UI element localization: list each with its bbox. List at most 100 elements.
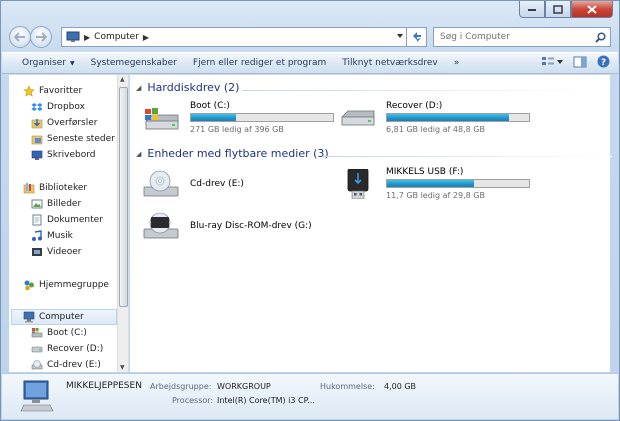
address-row: ▶ Computer ▶ bbox=[9, 25, 611, 49]
nav-downloads-label: Overførsler bbox=[47, 118, 98, 128]
star-icon bbox=[23, 85, 35, 97]
group-hdd-label: Harddiskdrev (2) bbox=[147, 81, 240, 94]
nav-recent[interactable]: Seneste steder bbox=[31, 131, 115, 147]
command-bar: Organiser ▼ Systemegenskaber Fjern eller… bbox=[2, 52, 618, 74]
memory-label: Hukommelse: bbox=[320, 382, 375, 391]
documents-icon bbox=[32, 214, 42, 226]
back-button[interactable] bbox=[9, 26, 31, 48]
preview-pane-icon[interactable] bbox=[573, 56, 587, 68]
refresh-button[interactable] bbox=[407, 27, 427, 47]
drive-f[interactable]: MIKKELS USB (F:) 11,7 GB ledig af 29,8 G… bbox=[338, 165, 538, 205]
drive-f-usage-fill bbox=[387, 180, 474, 187]
nav-recent-label: Seneste steder bbox=[47, 134, 115, 144]
navigation-pane: Favoritter Dropbox Overførsler Seneste s… bbox=[9, 75, 129, 372]
minimize-icon bbox=[528, 9, 536, 11]
nav-homegroup[interactable]: Hjemmegruppe bbox=[23, 277, 109, 293]
details-pane: MIKKELJEPPESEN Arbejdsgruppe: WORKGROUP … bbox=[2, 373, 618, 419]
hard-drive-icon bbox=[341, 110, 375, 126]
search-input[interactable] bbox=[440, 32, 600, 42]
nav-boot-drive[interactable]: Boot (C:) bbox=[31, 325, 87, 341]
windows-drive-icon bbox=[145, 108, 179, 130]
nav-favorites[interactable]: Favoritter bbox=[23, 83, 82, 99]
drive-e[interactable]: Cd-drev (E:) bbox=[142, 165, 342, 205]
nav-music[interactable]: Musik bbox=[31, 228, 73, 244]
cd-drive-icon bbox=[143, 170, 179, 197]
drive-c-name: Boot (C:) bbox=[190, 101, 230, 111]
forward-button[interactable] bbox=[30, 26, 52, 48]
nav-recover-label: Recover (D:) bbox=[47, 344, 104, 354]
hard-drive-icon bbox=[31, 346, 43, 353]
nav-videos-label: Videoer bbox=[47, 247, 82, 257]
arrow-left-icon bbox=[14, 32, 25, 42]
address-bar[interactable]: ▶ Computer ▶ bbox=[61, 27, 407, 47]
download-folder-icon bbox=[31, 119, 43, 129]
organize-button[interactable]: Organiser ▼ bbox=[2, 53, 83, 73]
windows-drive-icon bbox=[31, 328, 43, 338]
explorer-window: ▶ Computer ▶ Organiser ▼ Systemegenskabe… bbox=[0, 0, 620, 421]
nav-desktop[interactable]: Skrivebord bbox=[31, 147, 95, 163]
group-divider bbox=[322, 156, 612, 157]
group-divider bbox=[242, 90, 592, 91]
nav-computer[interactable]: Computer bbox=[11, 309, 117, 325]
double-chevron-icon: » bbox=[453, 58, 460, 68]
caption-buttons bbox=[519, 1, 613, 18]
maximize-icon bbox=[553, 4, 563, 14]
nav-documents[interactable]: Dokumenter bbox=[31, 212, 103, 228]
nav-scrollbar[interactable]: ▲ ▼ bbox=[117, 75, 128, 372]
nav-favorites-label: Favoritter bbox=[39, 86, 83, 96]
maximize-button[interactable] bbox=[545, 1, 571, 18]
libraries-icon bbox=[23, 183, 35, 194]
music-icon bbox=[32, 230, 42, 241]
close-button[interactable] bbox=[571, 1, 613, 18]
desktop-icon bbox=[31, 150, 43, 160]
workgroup-value: WORKGROUP bbox=[217, 382, 271, 391]
scrollbar-thumb[interactable] bbox=[119, 87, 128, 307]
uninstall-program-button[interactable]: Fjern eller rediger et program bbox=[185, 53, 334, 73]
breadcrumb-computer[interactable]: Computer bbox=[94, 32, 139, 42]
help-icon[interactable]: ? bbox=[597, 55, 610, 68]
drive-d-usage-fill bbox=[387, 114, 510, 121]
close-icon bbox=[587, 4, 597, 14]
collapse-triangle-icon[interactable]: ◢ bbox=[136, 150, 141, 158]
nav-pictures-label: Billeder bbox=[47, 199, 82, 209]
group-header-hdd[interactable]: ◢ Harddiskdrev (2) bbox=[136, 81, 239, 94]
minimize-button[interactable] bbox=[519, 1, 545, 18]
computer-icon bbox=[66, 31, 80, 42]
nav-downloads[interactable]: Overførsler bbox=[31, 115, 97, 131]
drive-f-name: MIKKELS USB (F:) bbox=[386, 167, 464, 177]
drive-g-name: Blu-ray Disc-ROM-drev (G:) bbox=[190, 221, 312, 231]
system-properties-button[interactable]: Systemegenskaber bbox=[83, 53, 185, 73]
drive-d-name: Recover (D:) bbox=[386, 101, 443, 111]
view-options-icon[interactable] bbox=[541, 56, 563, 68]
computer-name: MIKKELJEPPESEN bbox=[66, 381, 142, 391]
nav-recover-drive[interactable]: Recover (D:) bbox=[31, 341, 103, 357]
more-commands-button[interactable]: » bbox=[446, 53, 468, 73]
nav-homegroup-label: Hjemmegruppe bbox=[39, 280, 109, 290]
breadcrumb-arrow-icon[interactable]: ▶ bbox=[143, 33, 149, 42]
bluray-drive-icon bbox=[143, 212, 179, 239]
chevron-down-icon[interactable] bbox=[396, 32, 404, 40]
drive-f-free-space: 11,7 GB ledig af 29,8 GB bbox=[386, 191, 485, 200]
nav-videos[interactable]: Videoer bbox=[31, 244, 81, 260]
nav-libraries[interactable]: Biblioteker bbox=[23, 180, 87, 196]
collapse-triangle-icon[interactable]: ◢ bbox=[136, 84, 141, 92]
nav-dropbox[interactable]: Dropbox bbox=[31, 99, 85, 115]
map-network-drive-button[interactable]: Tilknyt netværksdrev bbox=[334, 53, 445, 73]
search-box[interactable] bbox=[433, 27, 611, 47]
drive-c-free-space: 271 GB ledig af 396 GB bbox=[190, 125, 284, 134]
scroll-down-icon[interactable]: ▼ bbox=[120, 364, 125, 371]
usb-drive-icon bbox=[347, 169, 369, 199]
drive-c[interactable]: Boot (C:) 271 GB ledig af 396 GB bbox=[142, 99, 342, 139]
drive-g[interactable]: Blu-ray Disc-ROM-drev (G:) bbox=[142, 207, 342, 247]
pictures-icon bbox=[31, 199, 43, 209]
nav-pictures[interactable]: Billeder bbox=[31, 196, 81, 212]
nav-cd-drive[interactable]: Cd-drev (E:) bbox=[31, 357, 101, 372]
videos-icon bbox=[32, 248, 42, 256]
group-header-removable[interactable]: ◢ Enheder med flytbare medier (3) bbox=[136, 147, 329, 160]
nav-desktop-label: Skrivebord bbox=[47, 150, 96, 160]
computer-icon bbox=[23, 311, 35, 323]
scroll-up-icon[interactable]: ▲ bbox=[120, 76, 125, 83]
drive-d[interactable]: Recover (D:) 6,81 GB ledig af 48,8 GB bbox=[338, 99, 538, 139]
search-icon[interactable] bbox=[595, 32, 606, 43]
homegroup-icon bbox=[24, 280, 34, 291]
